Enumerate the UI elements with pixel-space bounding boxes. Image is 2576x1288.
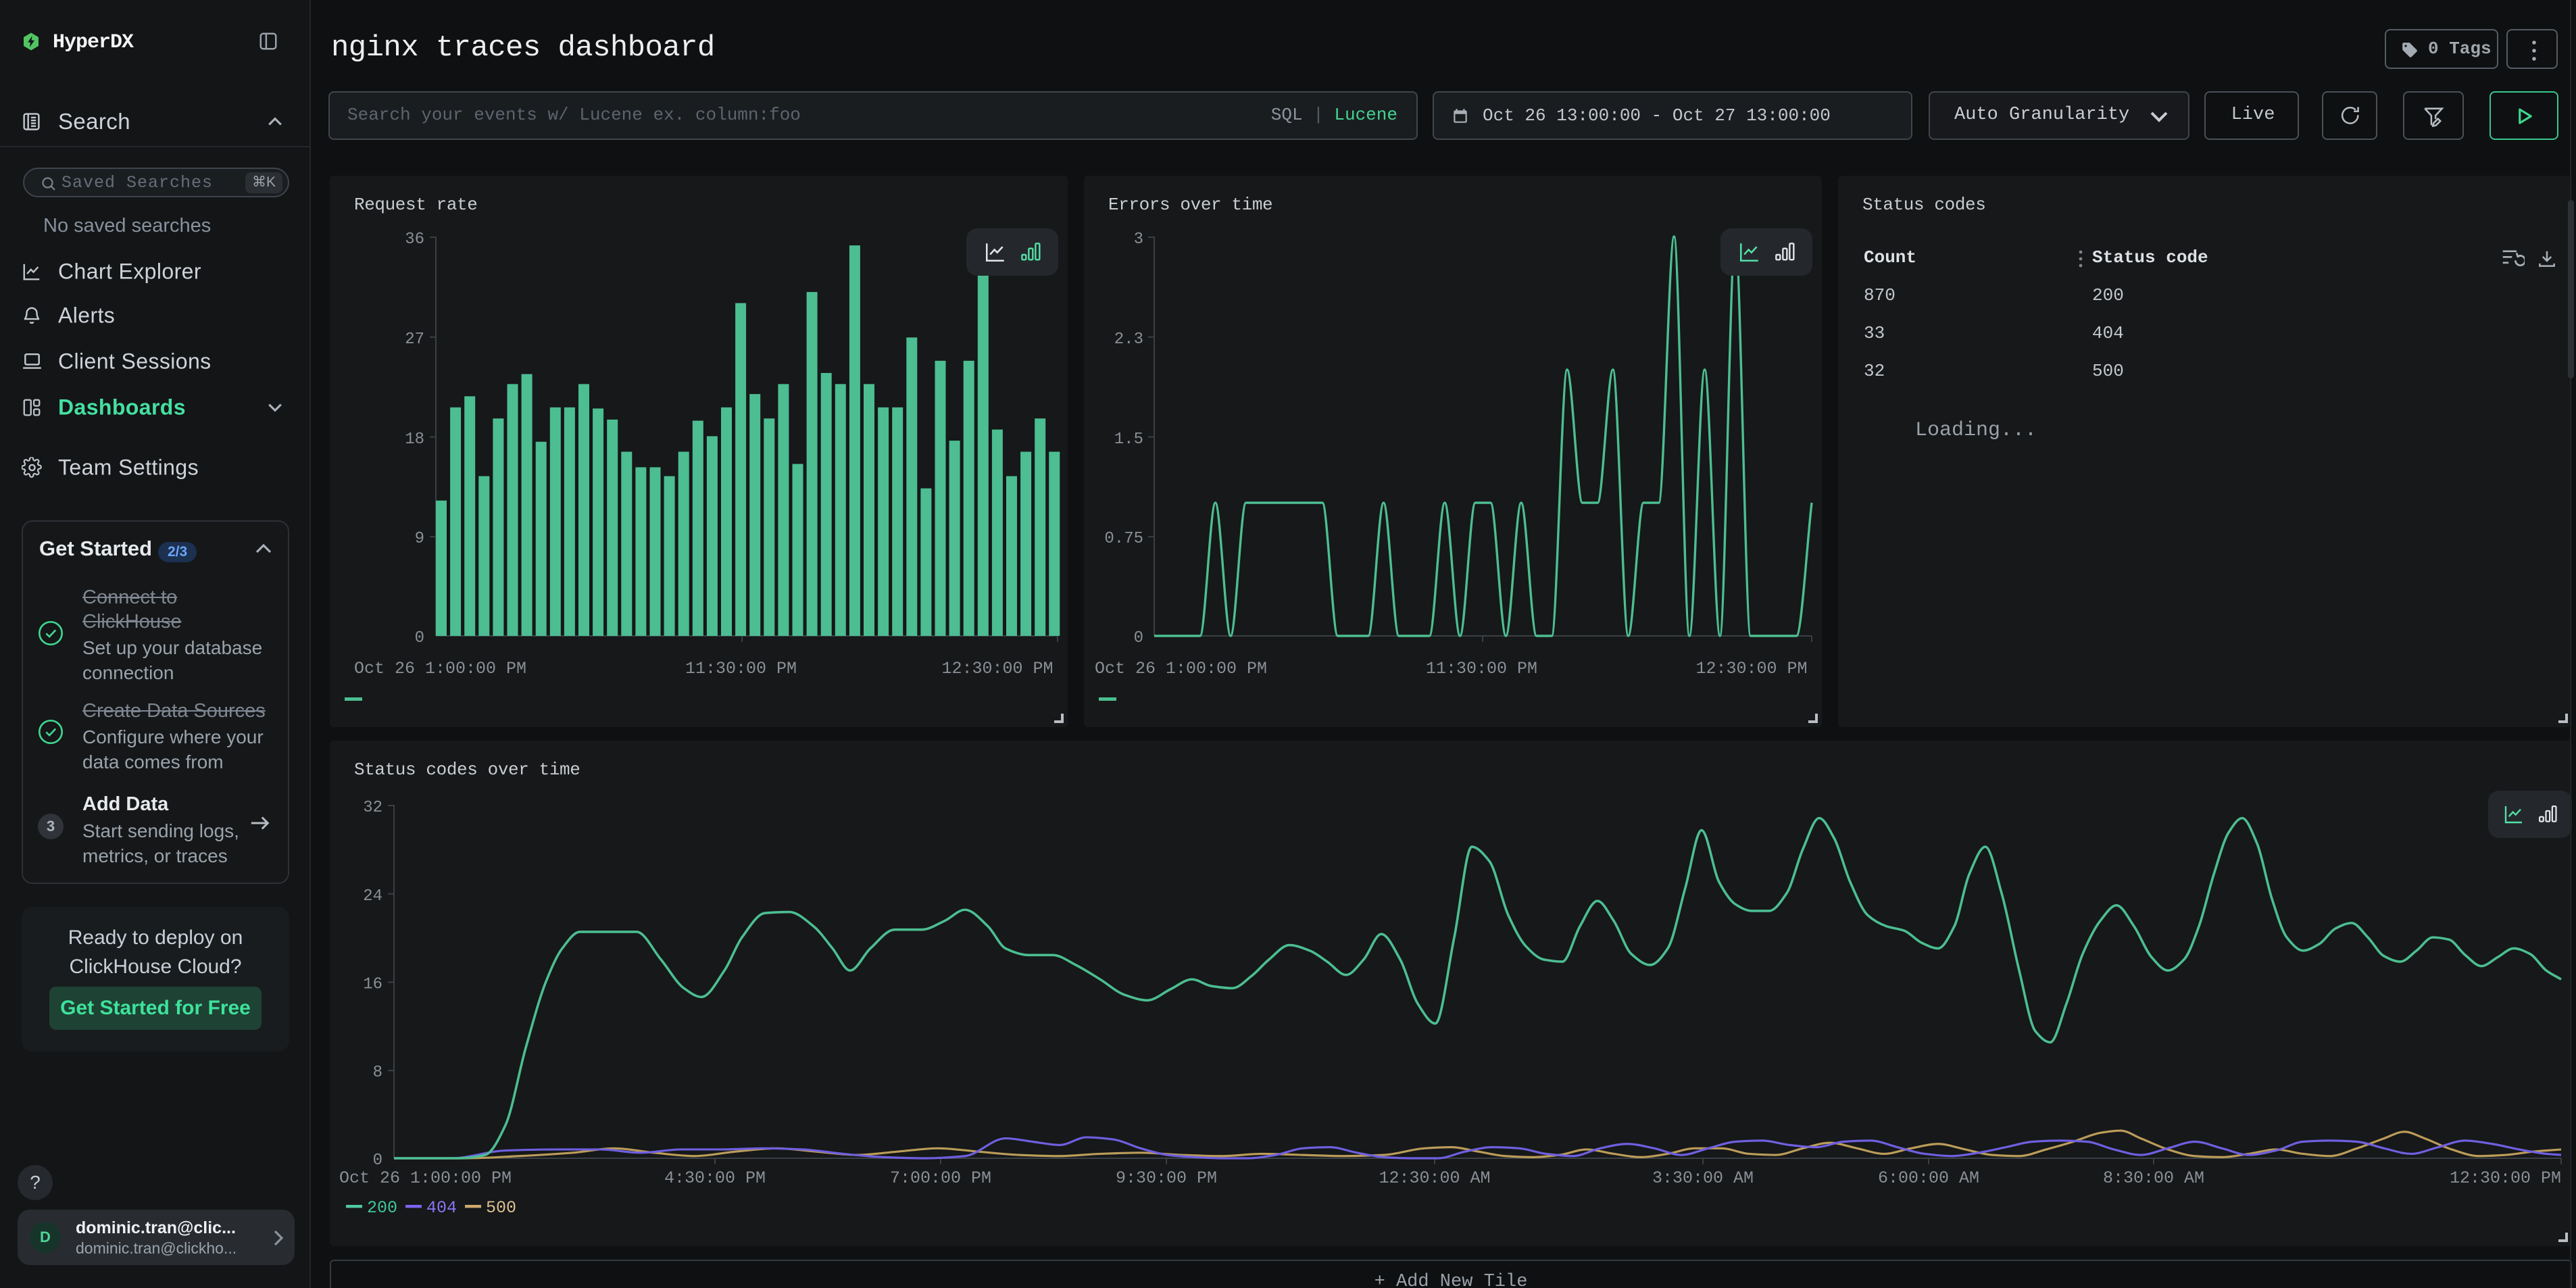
svg-text:4:30:00 PM: 4:30:00 PM: [664, 1168, 766, 1188]
svg-text:9: 9: [415, 530, 424, 548]
svg-text:1.5: 1.5: [1114, 430, 1143, 449]
svg-text:27: 27: [405, 330, 424, 349]
svg-text:3: 3: [1134, 230, 1143, 249]
svg-text:6:00:00 AM: 6:00:00 AM: [1878, 1168, 1979, 1188]
svg-text:12:30:00 PM: 12:30:00 PM: [1695, 659, 1807, 678]
svg-text:0: 0: [415, 629, 424, 647]
svg-text:500: 500: [486, 1198, 516, 1218]
svg-text:0: 0: [1134, 629, 1143, 647]
svg-text:12:30:00 AM: 12:30:00 AM: [1379, 1168, 1490, 1188]
svg-text:8:30:00 AM: 8:30:00 AM: [2103, 1168, 2204, 1188]
svg-text:9:30:00 PM: 9:30:00 PM: [1116, 1168, 1217, 1188]
svg-text:7:00:00 PM: 7:00:00 PM: [890, 1168, 991, 1188]
svg-text:12:30:00 PM: 12:30:00 PM: [941, 659, 1053, 678]
svg-text:18: 18: [405, 430, 424, 449]
svg-text:36: 36: [405, 230, 424, 249]
svg-text:8: 8: [373, 1064, 382, 1082]
svg-text:0: 0: [373, 1151, 382, 1170]
svg-text:Oct 26 1:00:00 PM: Oct 26 1:00:00 PM: [1095, 659, 1267, 678]
svg-text:12:30:00 PM: 12:30:00 PM: [2450, 1168, 2561, 1188]
svg-text:3:30:00 AM: 3:30:00 AM: [1652, 1168, 1754, 1188]
svg-text:16: 16: [363, 975, 382, 993]
svg-text:11:30:00 PM: 11:30:00 PM: [685, 659, 797, 678]
svg-text:404: 404: [426, 1198, 457, 1218]
svg-text:24: 24: [363, 887, 382, 906]
svg-text:32: 32: [363, 799, 382, 817]
svg-text:200: 200: [367, 1198, 397, 1218]
svg-text:0.75: 0.75: [1104, 530, 1143, 548]
svg-text:2.3: 2.3: [1114, 330, 1143, 349]
svg-text:Oct 26 1:00:00 PM: Oct 26 1:00:00 PM: [339, 1168, 512, 1188]
svg-text:Oct 26 1:00:00 PM: Oct 26 1:00:00 PM: [354, 659, 526, 678]
svg-text:11:30:00 PM: 11:30:00 PM: [1426, 659, 1537, 678]
